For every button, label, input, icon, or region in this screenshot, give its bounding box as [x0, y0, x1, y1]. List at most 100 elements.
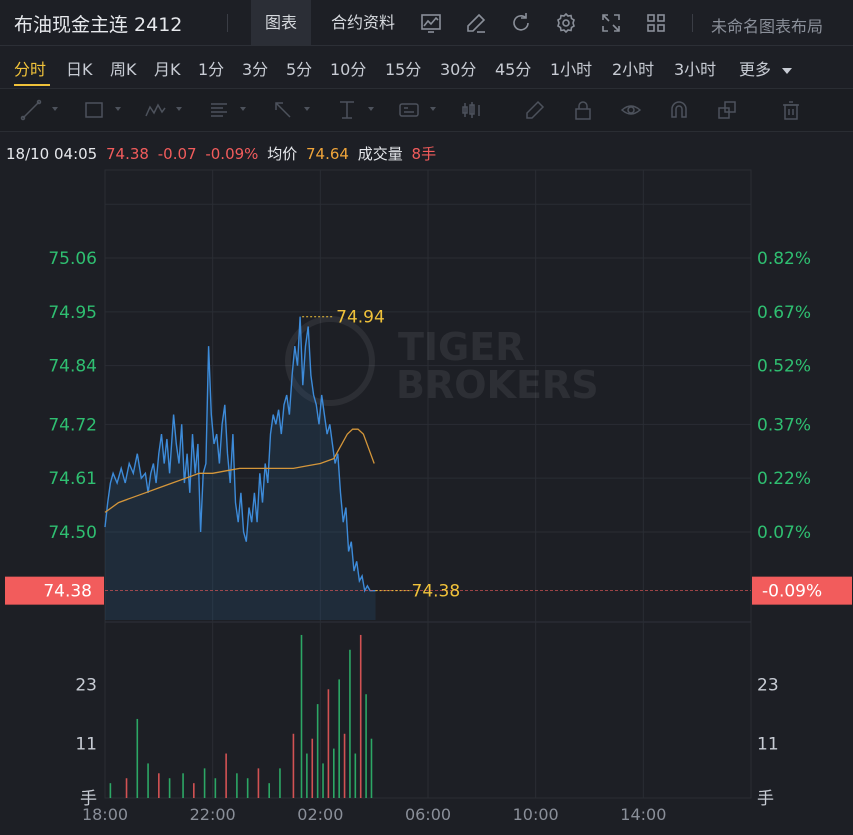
- trash-icon[interactable]: [780, 99, 802, 121]
- period-3h[interactable]: 3小时: [674, 56, 716, 80]
- quote-datetime: 18/10 04:05: [6, 145, 98, 163]
- intraday-chart[interactable]: 18:00 22:00 02:00 06:00 10:00 14:0075.06 0.82%…: [0, 168, 853, 835]
- measure-icon[interactable]: [336, 99, 358, 121]
- chevron-down-icon[interactable]: [176, 107, 182, 111]
- chevron-down-icon[interactable]: [304, 107, 310, 111]
- divider: [227, 14, 228, 32]
- period-1h[interactable]: 1小时: [550, 56, 592, 80]
- high-marker-label: 74.94: [336, 308, 385, 328]
- y-tick-label-right: 0.82%: [757, 249, 811, 269]
- volume-bar: [168, 778, 171, 798]
- volume-tick-right: 23: [757, 675, 779, 695]
- volume-bar: [203, 768, 206, 798]
- avg-price-label: 均价: [267, 145, 298, 163]
- line-chart-icon[interactable]: [419, 11, 443, 35]
- period-10m[interactable]: 10分: [330, 56, 366, 80]
- text-icon[interactable]: [398, 99, 420, 121]
- indicator-icon[interactable]: [460, 99, 482, 121]
- y-tick-label-left: 74.72: [48, 415, 97, 435]
- volume-bar: [158, 773, 160, 798]
- volume-bar: [193, 783, 195, 798]
- volume-bar: [147, 763, 149, 798]
- divider: [692, 14, 693, 32]
- y-tick-label-right: 0.07%: [757, 523, 811, 543]
- y-tick-label-left: 74.61: [48, 469, 97, 489]
- volume-bar: [311, 738, 314, 798]
- volume-bar: [306, 753, 308, 798]
- tab-contract-info[interactable]: 合约资料: [317, 0, 409, 45]
- arrow-icon[interactable]: [272, 99, 294, 121]
- volume-tick-left: 23: [75, 675, 97, 695]
- rectangle-icon[interactable]: [83, 99, 105, 121]
- y-tick-label-right: 0.22%: [757, 469, 811, 489]
- current-price-label: 74.38: [43, 582, 92, 602]
- clone-icon[interactable]: [716, 99, 738, 121]
- volume-bar: [125, 778, 128, 798]
- chevron-down-icon[interactable]: [115, 107, 121, 111]
- pencil-icon[interactable]: [524, 99, 546, 121]
- fullscreen-icon[interactable]: [599, 11, 623, 35]
- volume-bar: [225, 753, 227, 798]
- volume-bar: [257, 768, 260, 798]
- volume-bar: [292, 733, 295, 798]
- grid-layout-icon[interactable]: [644, 11, 668, 35]
- volume-bar: [268, 783, 270, 798]
- period-5m[interactable]: 5分: [286, 56, 312, 80]
- volume-bar: [322, 763, 324, 798]
- period-more-label: 更多: [739, 60, 772, 79]
- volume-bar: [343, 733, 346, 798]
- chevron-down-icon[interactable]: [240, 107, 246, 111]
- period-day[interactable]: 日K: [66, 56, 93, 80]
- volume-bar: [109, 783, 112, 798]
- volume-bar: [338, 679, 340, 798]
- volume-value: 8手: [411, 145, 437, 163]
- period-2h[interactable]: 2小时: [612, 56, 654, 80]
- volume-bar: [279, 768, 281, 798]
- quote-change: -0.07: [157, 145, 197, 163]
- period-45m[interactable]: 45分: [495, 56, 531, 80]
- volume-tick-right: 11: [757, 735, 779, 755]
- y-tick-label-right: 0.37%: [757, 415, 811, 435]
- volume-bar: [359, 634, 362, 798]
- volume-unit-right: 手: [757, 789, 774, 809]
- fibonacci-icon[interactable]: [208, 99, 230, 121]
- last-marker-label: 74.38: [412, 582, 461, 602]
- magnet-icon[interactable]: [668, 99, 690, 121]
- pattern-icon[interactable]: [144, 99, 166, 121]
- layout-name[interactable]: 未命名图表布局: [711, 13, 823, 37]
- eye-icon[interactable]: [620, 99, 642, 121]
- tiger-brokers-watermark: TIGERBROKERS: [285, 316, 599, 407]
- period-month[interactable]: 月K: [154, 56, 181, 80]
- volume-bar: [214, 778, 217, 798]
- chevron-down-icon: [782, 67, 793, 74]
- period-selector: 分时 日K 周K 月K 1分 3分 5分 10分 15分 30分 45分 1小时…: [0, 46, 853, 88]
- chevron-down-icon[interactable]: [368, 107, 374, 111]
- y-tick-label-left: 74.84: [48, 357, 97, 377]
- period-intraday[interactable]: 分时: [14, 56, 46, 80]
- volume-bar: [246, 778, 249, 798]
- period-15m[interactable]: 15分: [385, 56, 421, 80]
- period-more[interactable]: 更多: [739, 56, 793, 80]
- trend-line-icon[interactable]: [20, 99, 42, 121]
- volume-unit-left: 手: [80, 789, 97, 809]
- symbol-title[interactable]: 布油现金主连 2412: [14, 10, 182, 37]
- period-1m[interactable]: 1分: [198, 56, 224, 80]
- quote-info-line: 18/10 04:05 74.38 -0.07 -0.09% 均价 74.64 …: [6, 143, 440, 164]
- lock-icon[interactable]: [572, 99, 594, 121]
- edit-icon[interactable]: [464, 11, 488, 35]
- chevron-down-icon[interactable]: [430, 107, 436, 111]
- period-week[interactable]: 周K: [110, 56, 137, 80]
- x-tick-label: 22:00: [190, 805, 236, 824]
- volume-bar: [236, 773, 238, 798]
- settings-icon[interactable]: [554, 11, 578, 35]
- period-3m[interactable]: 3分: [242, 56, 268, 80]
- refresh-icon[interactable]: [509, 11, 533, 35]
- tab-chart[interactable]: 图表: [251, 0, 312, 45]
- drawing-toolbar: [0, 88, 853, 132]
- x-tick-label: 02:00: [297, 805, 343, 824]
- current-pct-label: -0.09%: [762, 582, 822, 602]
- period-30m[interactable]: 30分: [440, 56, 476, 80]
- volume-bar: [332, 748, 335, 798]
- volume-bar: [316, 704, 319, 798]
- chevron-down-icon[interactable]: [52, 107, 58, 111]
